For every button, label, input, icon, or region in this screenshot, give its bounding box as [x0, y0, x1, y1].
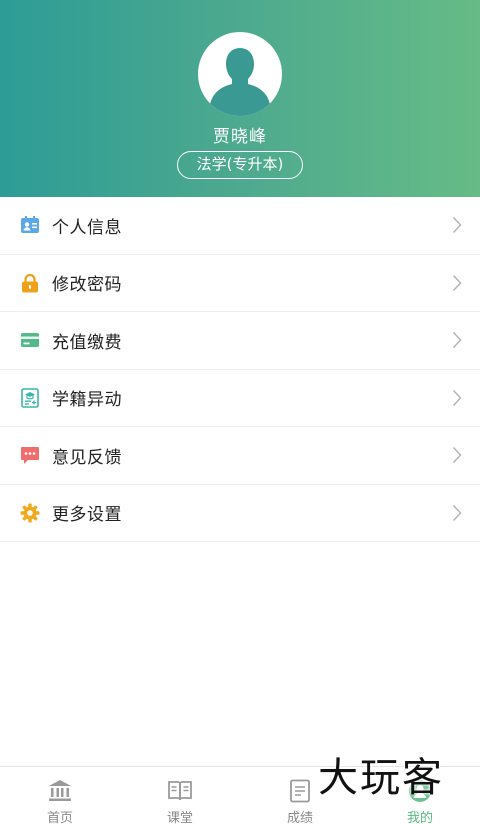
card-icon [21, 333, 39, 348]
menu-item-personal-info[interactable]: 个人信息 [0, 197, 480, 255]
menu-item-change-password[interactable]: 修改密码 [0, 255, 480, 312]
chevron-right-icon [452, 274, 462, 291]
menu-item-recharge[interactable]: 充值缴费 [0, 312, 480, 370]
chat-bubble-icon [21, 447, 39, 465]
menu-item-feedback[interactable]: 意见反馈 [0, 427, 480, 485]
menu-item-label: 充值缴费 [52, 332, 122, 353]
menu-item-label: 学籍异动 [52, 390, 122, 411]
book-icon [168, 781, 192, 801]
profile-header: 贾晓峰 法学(专升本) [0, 0, 480, 197]
menu-item-label: 修改密码 [52, 275, 122, 296]
avatar[interactable] [198, 32, 282, 116]
tab-classroom[interactable]: 课堂 [120, 767, 240, 824]
tab-label: 首页 [46, 811, 73, 824]
tab-label: 课堂 [166, 811, 193, 824]
watermark-logo: 大玩客 [318, 755, 444, 801]
menu-item-label: 意见反馈 [52, 447, 122, 468]
chevron-right-icon [452, 504, 462, 521]
user-silhouette-icon [210, 48, 270, 116]
tab-home[interactable]: 首页 [0, 767, 120, 824]
menu-item-enrollment-change[interactable]: 学籍异动 [0, 370, 480, 427]
id-card-icon [21, 216, 39, 234]
gear-icon [20, 503, 40, 523]
tab-label: 我的 [406, 811, 433, 824]
bank-icon [49, 780, 71, 801]
lock-icon [22, 273, 38, 293]
report-icon [290, 779, 310, 803]
menu-item-label: 更多设置 [52, 505, 122, 526]
tab-label: 成绩 [286, 811, 313, 824]
chevron-right-icon [452, 332, 462, 349]
menu-item-more-settings[interactable]: 更多设置 [0, 485, 480, 542]
user-name: 贾晓峰 [213, 127, 267, 147]
student-record-icon [21, 387, 39, 408]
settings-menu: 个人信息 修改密码 充值缴费 学籍异动 意见反馈 更多设置 [0, 197, 480, 542]
chevron-right-icon [452, 217, 462, 234]
menu-item-label: 个人信息 [52, 217, 122, 238]
chevron-right-icon [452, 447, 462, 464]
chevron-right-icon [452, 389, 462, 406]
major-badge: 法学(专升本) [177, 151, 303, 179]
